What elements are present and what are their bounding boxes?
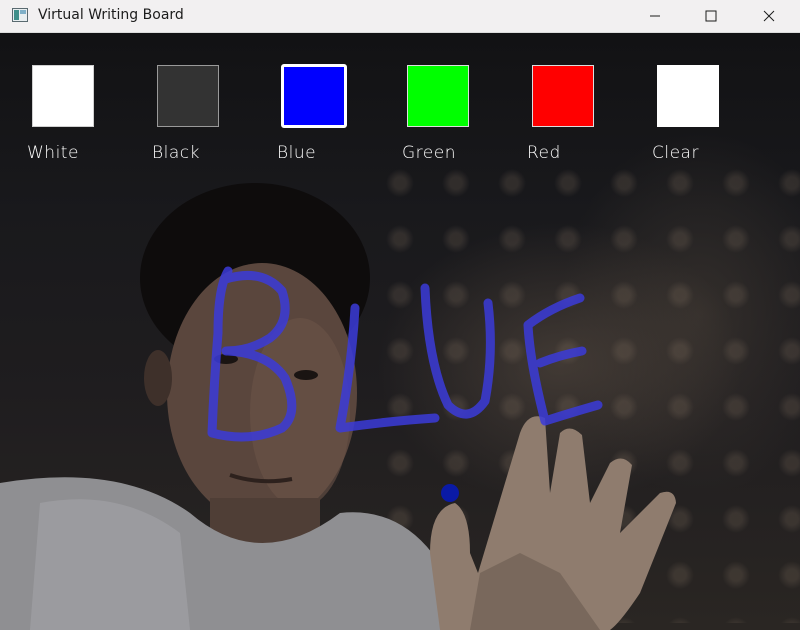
swatch-green[interactable]: [407, 65, 469, 127]
person-ear: [144, 350, 172, 406]
clear-label: Clear: [652, 143, 699, 163]
maximize-icon: [705, 10, 717, 22]
camera-canvas[interactable]: White Black Blue Green Red Clear: [0, 33, 800, 630]
app-window: Virtual Writing Board White Black Blue G…: [0, 0, 800, 630]
swatch-blue[interactable]: [281, 64, 347, 128]
swatch-label-green: Green: [402, 143, 456, 163]
brush-pointer: [441, 484, 459, 502]
title-bar[interactable]: Virtual Writing Board: [0, 0, 800, 33]
maximize-button[interactable]: [688, 0, 734, 32]
minimize-icon: [650, 15, 660, 17]
right-eye: [294, 370, 318, 380]
swatch-red[interactable]: [532, 65, 594, 127]
stroke-letter-u: [420, 283, 495, 419]
window-title: Virtual Writing Board: [38, 7, 184, 23]
swatch-label-blue: Blue: [277, 143, 317, 163]
clear-button[interactable]: [657, 65, 719, 127]
swatch-label-white: White: [27, 143, 79, 163]
minimize-button[interactable]: [632, 0, 678, 32]
close-button[interactable]: [746, 0, 792, 32]
stroke-letter-e: [523, 293, 603, 426]
swatch-white[interactable]: [32, 65, 94, 127]
app-icon: [12, 8, 28, 22]
swatch-label-red: Red: [527, 143, 561, 163]
swatch-black[interactable]: [157, 65, 219, 127]
close-icon: [763, 10, 775, 22]
swatch-label-black: Black: [152, 143, 200, 163]
